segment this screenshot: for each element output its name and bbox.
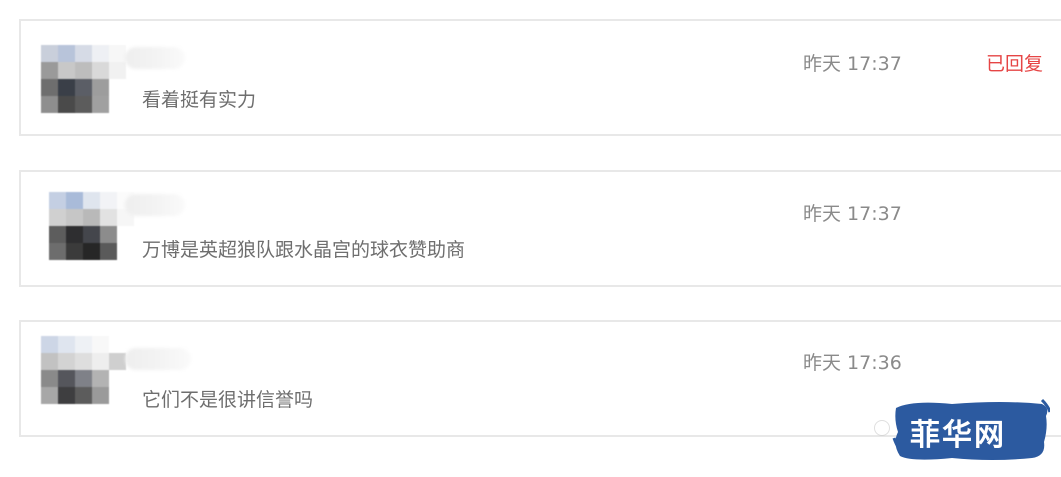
avatar[interactable] <box>41 336 126 404</box>
comment-list: 看着挺有实力 昨天 17:37 已回复 万博是英超狼队跟水晶宫的球衣赞助商 昨天… <box>0 0 1061 477</box>
username-blurred[interactable] <box>125 194 185 216</box>
watermark-circle-icon <box>874 420 890 436</box>
comment-item[interactable]: 看着挺有实力 昨天 17:37 已回复 <box>19 19 1061 136</box>
comment-time: 昨天 17:36 <box>803 352 902 374</box>
comment-text: 它们不是很讲信誉吗 <box>142 389 314 411</box>
watermark-text: 菲华网 <box>910 418 1006 453</box>
username-blurred[interactable] <box>125 348 191 370</box>
comment-text: 看着挺有实力 <box>142 89 257 111</box>
watermark-logo: 菲华网 <box>892 398 1050 462</box>
username-blurred[interactable] <box>125 47 185 69</box>
comment-time: 昨天 17:37 <box>803 203 902 225</box>
comment-item[interactable]: 万博是英超狼队跟水晶宫的球衣赞助商 昨天 17:37 <box>19 170 1061 287</box>
comment-text: 万博是英超狼队跟水晶宫的球衣赞助商 <box>142 239 466 261</box>
comment-time: 昨天 17:37 <box>803 53 902 75</box>
avatar[interactable] <box>49 192 134 260</box>
avatar[interactable] <box>41 45 126 113</box>
replied-status[interactable]: 已回复 <box>986 49 1043 76</box>
